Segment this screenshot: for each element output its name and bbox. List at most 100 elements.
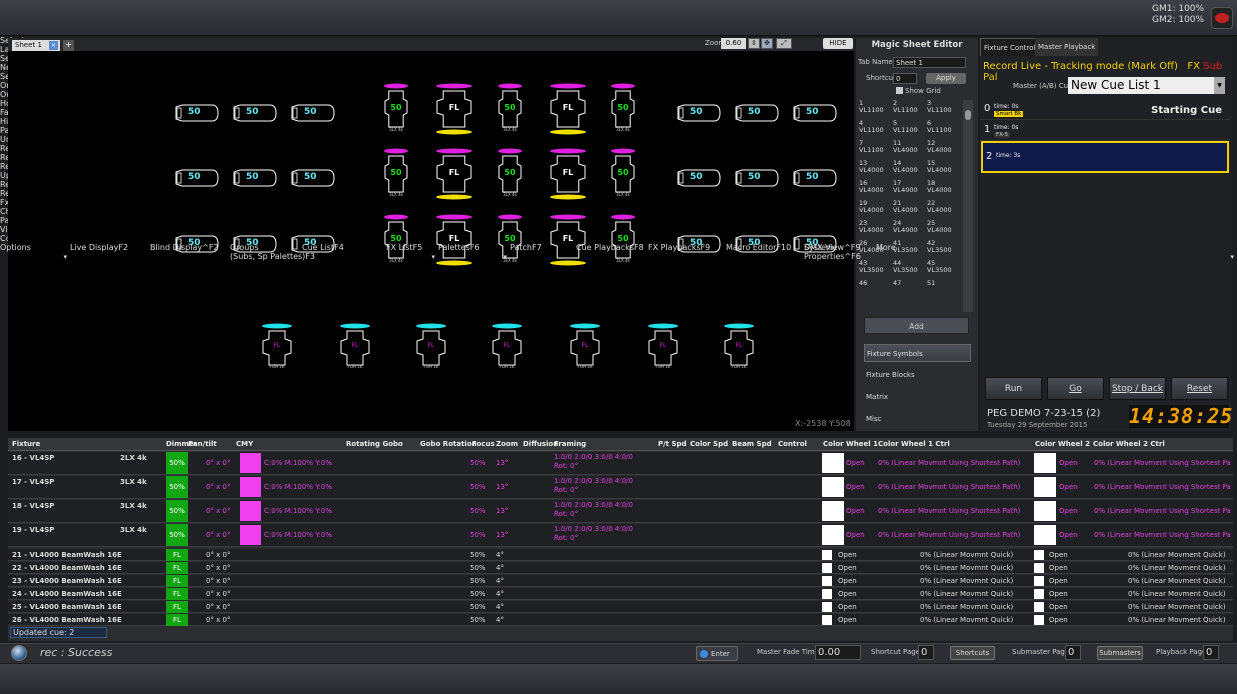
tab-name-input[interactable]: Sheet 1 bbox=[893, 57, 966, 68]
table-row[interactable]: 21 - VL4000 BeamWash 16E FL 0° x 0° 50% 4° Op… bbox=[8, 549, 1233, 561]
bottom-key-5[interactable]: FX ListF5 ▾ bbox=[386, 243, 438, 261]
fit-view-icon[interactable]: ⤢ bbox=[776, 38, 792, 49]
bottom-key-9[interactable]: FX PlaybacksF9 bbox=[648, 243, 726, 252]
beam-wash-fixture[interactable]: 50 bbox=[676, 167, 722, 189]
fixture-grid-cell[interactable]: 44 VL3500 bbox=[893, 260, 927, 277]
add-button[interactable]: Add bbox=[864, 317, 969, 334]
bottom-key-6[interactable]: PalettesF6 ▾ bbox=[438, 243, 510, 261]
enter-button[interactable]: Enter bbox=[696, 646, 738, 661]
foh-fixture[interactable]: FL FOH 1K bbox=[648, 323, 678, 371]
spot-fixture[interactable]: 50 3LX 4k bbox=[384, 148, 408, 200]
column-header[interactable]: Zoom bbox=[496, 440, 518, 448]
spot-fixture-fl[interactable]: FL bbox=[550, 83, 586, 135]
record-indicator-button[interactable] bbox=[1211, 7, 1233, 29]
bottom-key-4[interactable]: Cue ListF4 bbox=[302, 243, 386, 252]
beam-wash-fixture[interactable]: 50 bbox=[734, 102, 780, 124]
pan-icon[interactable]: ✥ bbox=[761, 38, 773, 49]
fixture-grid-cell[interactable]: 16 VL4000 bbox=[859, 180, 893, 197]
beam-wash-fixture[interactable]: 50 bbox=[174, 167, 220, 189]
fixture-grid-cell[interactable]: 24 VL4000 bbox=[893, 220, 927, 237]
run-button[interactable]: Run bbox=[985, 377, 1042, 400]
spot-fixture[interactable]: 50 3LX 4k bbox=[611, 214, 635, 266]
bottom-key-12[interactable]: System Properties^F6 bbox=[804, 243, 876, 261]
column-header[interactable]: Color Wheel 2 bbox=[1035, 440, 1090, 448]
beam-wash-fixture[interactable]: 50 bbox=[792, 167, 838, 189]
fixture-grid-cell[interactable]: 21 VL4000 bbox=[893, 200, 927, 217]
bottom-key-2[interactable]: Blind Display^F2 bbox=[150, 243, 230, 252]
command-line-input[interactable]: rec : Success bbox=[40, 646, 690, 662]
column-header[interactable]: Beam Spd bbox=[732, 440, 772, 448]
shortcuts-button[interactable]: Shortcuts bbox=[950, 646, 995, 660]
fixture-grid-cell[interactable]: 6 VL1100 bbox=[927, 120, 961, 137]
spot-fixture[interactable]: 50 3LX 4k bbox=[498, 83, 522, 135]
column-header[interactable]: CMY bbox=[236, 440, 253, 448]
close-tab-icon[interactable]: × bbox=[49, 41, 58, 50]
fixture-grid-cell[interactable]: 7 VL1100 bbox=[859, 140, 893, 157]
column-header[interactable]: Diffusion bbox=[523, 440, 558, 448]
shortcut-input[interactable]: 0 bbox=[893, 73, 917, 84]
playback-page-input[interactable]: 0 bbox=[1203, 645, 1219, 660]
stop-back-button[interactable]: Stop / Back bbox=[1109, 377, 1166, 400]
fixture-grid-cell[interactable]: 2 VL1100 bbox=[893, 100, 927, 117]
spot-fixture[interactable]: 50 3LX 4k bbox=[498, 148, 522, 200]
beam-wash-fixture[interactable]: 50 bbox=[232, 102, 278, 124]
spot-fixture[interactable]: 50 3LX 4k bbox=[611, 148, 635, 200]
spot-fixture[interactable]: 50 3LX 4k bbox=[611, 83, 635, 135]
bottom-key-7[interactable]: PatchF7 bbox=[510, 243, 576, 252]
foh-fixture[interactable]: FL FOH 1K bbox=[416, 323, 446, 371]
beam-wash-fixture[interactable]: 50 bbox=[734, 167, 780, 189]
table-row[interactable]: 17 - VL4SP 3LX 4k 50% 0° x 0° C:0% M:100% Y:… bbox=[8, 476, 1233, 499]
editor-menu-item[interactable]: Fixture Blocks bbox=[864, 366, 971, 384]
tab-sheet-1[interactable]: Sheet 1 × bbox=[12, 40, 60, 51]
fixture-grid-cell[interactable]: 23 VL4000 bbox=[859, 220, 893, 237]
table-row[interactable]: 25 - VL4000 BeamWash 16E FL 0° x 0° 50% 4° Op… bbox=[8, 601, 1233, 613]
column-header[interactable]: Gobo Rotation bbox=[420, 440, 477, 448]
fixture-grid-cell[interactable]: 46 bbox=[859, 280, 893, 297]
beam-wash-fixture[interactable]: 50 bbox=[290, 167, 336, 189]
fixture-grid-cell[interactable]: 51 bbox=[927, 280, 961, 297]
fixture-grid-cell[interactable]: 15 VL4000 bbox=[927, 160, 961, 177]
beam-wash-fixture[interactable]: 50 bbox=[676, 102, 722, 124]
master-fade-input[interactable]: 0.00 bbox=[815, 645, 861, 660]
column-header[interactable]: Color Spd bbox=[690, 440, 728, 448]
tab-master-playback[interactable]: Master Playback bbox=[1035, 38, 1099, 56]
bottom-key-8[interactable]: Cue PlaybacksF8 bbox=[576, 243, 648, 252]
editor-menu-item[interactable]: Matrix bbox=[864, 388, 971, 406]
table-row[interactable]: 26 - VL4000 BeamWash 16E FL 0° x 0° 50% 4° Op… bbox=[8, 614, 1233, 626]
fixture-grid-cell[interactable]: 1 VL1100 bbox=[859, 100, 893, 117]
zoom-input[interactable]: 0.60 bbox=[721, 38, 746, 49]
bottom-key-1[interactable]: Live DisplayF2 bbox=[70, 243, 150, 252]
table-row[interactable]: 22 - VL4000 BeamWash 16E FL 0° x 0° 50% 4° Op… bbox=[8, 562, 1233, 574]
spot-fixture-fl[interactable]: FL bbox=[436, 214, 472, 266]
column-header[interactable]: Color Wheel 1 Ctrl bbox=[878, 440, 950, 448]
fixture-grid-cell[interactable]: 43 VL3500 bbox=[859, 260, 893, 277]
spot-fixture-fl[interactable]: FL bbox=[550, 148, 586, 200]
go-button[interactable]: Go bbox=[1047, 377, 1104, 400]
bottom-key-13[interactable]: More ▾ bbox=[876, 243, 1237, 261]
column-header[interactable]: Fixture bbox=[12, 440, 40, 448]
cue-row[interactable]: 0 time: 0s Smart Bk Starting Cue bbox=[980, 100, 1230, 120]
tab-fixture-control[interactable]: Fixture Control bbox=[980, 38, 1040, 56]
column-header[interactable]: Color Wheel 2 Ctrl bbox=[1093, 440, 1165, 448]
beam-wash-fixture[interactable]: 50 bbox=[290, 102, 336, 124]
fixture-grid-cell[interactable]: 18 VL4000 bbox=[927, 180, 961, 197]
show-grid-checkbox[interactable]: Show Grid bbox=[896, 87, 941, 95]
cue-row-selected[interactable]: 2 time: 3s bbox=[981, 141, 1229, 173]
shortcut-page-input[interactable]: 0 bbox=[918, 645, 934, 660]
fixture-grid-cell[interactable]: 5 VL1100 bbox=[893, 120, 927, 137]
magic-sheet-canvas[interactable] bbox=[8, 38, 854, 431]
foh-fixture[interactable]: FL FOH 1K bbox=[724, 323, 754, 371]
spot-fixture-fl[interactable]: FL bbox=[550, 214, 586, 266]
table-row[interactable]: 19 - VL4SP 3LX 4k 50% 0° x 0° C:0% M:100% Y:… bbox=[8, 524, 1233, 547]
column-header[interactable]: Rotating Gobo bbox=[346, 440, 403, 448]
submaster-page-input[interactable]: 0 bbox=[1065, 645, 1081, 660]
foh-fixture[interactable]: FL FOH 1K bbox=[492, 323, 522, 371]
bottom-key-3[interactable]: Groups (Subs, Sp Palettes)F3 bbox=[230, 243, 315, 261]
spot-fixture-fl[interactable]: FL bbox=[436, 83, 472, 135]
reset-button[interactable]: Reset bbox=[1171, 377, 1228, 400]
foh-fixture[interactable]: FL FOH 1K bbox=[570, 323, 600, 371]
zoom-stepper-icon[interactable]: ⇕ bbox=[748, 38, 760, 49]
column-header[interactable]: Framing bbox=[554, 440, 586, 448]
spot-fixture[interactable]: 50 3LX 4k bbox=[384, 214, 408, 266]
fixture-grid-cell[interactable]: 13 VL4000 bbox=[859, 160, 893, 177]
